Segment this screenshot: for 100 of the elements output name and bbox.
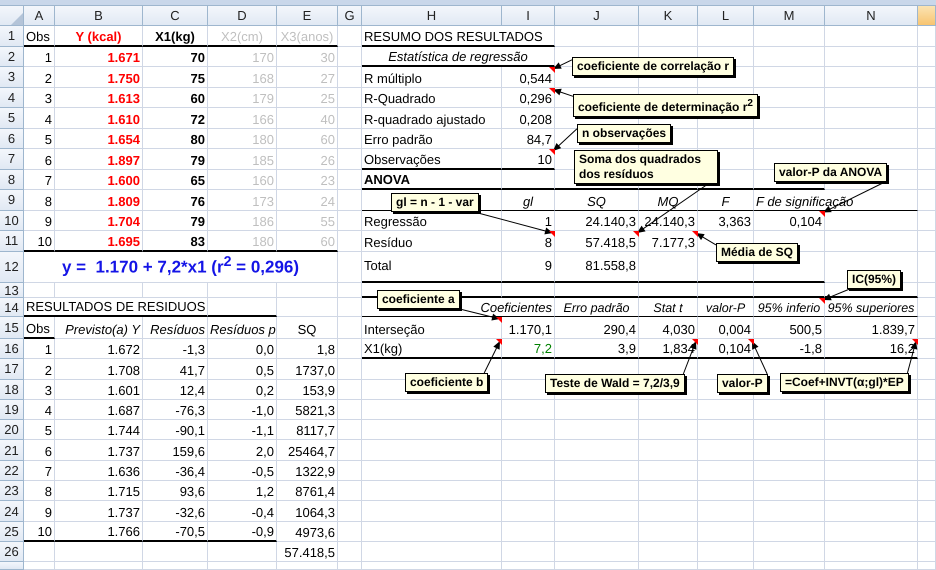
row-header[interactable]: 14: [0, 298, 24, 317]
table-cell: 1737,0: [277, 359, 338, 380]
empty-cell: [502, 522, 555, 542]
column-header[interactable]: D: [208, 6, 277, 26]
row-header[interactable]: 11: [0, 231, 24, 252]
column-header[interactable]: I: [502, 6, 555, 26]
empty-cell: [754, 400, 825, 420]
empty-cell: [338, 190, 362, 210]
row-header[interactable]: 12: [0, 252, 24, 283]
row-header[interactable]: 16: [0, 339, 24, 360]
table-cell: 57.418,5: [555, 231, 639, 252]
row-header[interactable]: 10: [0, 210, 24, 231]
table-cell: 3,9: [555, 339, 639, 360]
empty-cell: [502, 481, 555, 502]
row-header[interactable]: 7: [0, 149, 24, 170]
table-cell: 3: [24, 380, 55, 400]
empty-cell: [918, 298, 936, 317]
empty-cell: [918, 170, 936, 190]
empty-cell: [754, 67, 825, 88]
table-cell: 1,8: [277, 339, 338, 360]
empty-cell: [502, 440, 555, 461]
column-header[interactable]: C: [143, 6, 208, 26]
comment-marker-icon: [496, 339, 502, 345]
comment-marker-icon: [819, 210, 825, 216]
table-cell: 1: [24, 339, 55, 360]
header-cell: Obs: [24, 317, 55, 339]
row-header[interactable]: 18: [0, 380, 24, 400]
callout-note: coeficiente b: [405, 373, 488, 392]
empty-cell: [208, 542, 277, 562]
row-header[interactable]: 22: [0, 460, 24, 482]
table-cell: 70: [143, 46, 208, 67]
empty-cell: [639, 252, 698, 283]
table-cell: 500,5: [754, 317, 825, 339]
table-cell: -0,5: [208, 460, 277, 482]
row-label: Resíduo: [362, 231, 502, 252]
leader-arrow: [553, 88, 574, 97]
empty-cell: [698, 420, 754, 440]
empty-cell: [639, 420, 698, 440]
row-header[interactable]: 26: [0, 542, 24, 562]
column-header[interactable]: L: [698, 6, 754, 26]
empty-cell: [918, 190, 936, 210]
table-cell: 1.744: [55, 420, 143, 440]
table-cell: 1.715: [55, 481, 143, 502]
column-header[interactable]: G: [338, 6, 362, 26]
row-header[interactable]: 6: [0, 128, 24, 149]
row-header[interactable]: 21: [0, 440, 24, 461]
column-header[interactable]: J: [555, 6, 639, 26]
row-header[interactable]: 2: [0, 46, 24, 67]
table-cell: 27: [277, 67, 338, 88]
empty-cell: [639, 440, 698, 461]
comment-marker-icon: [912, 339, 918, 345]
row-header[interactable]: 3: [0, 67, 24, 88]
row-header[interactable]: 17: [0, 359, 24, 380]
column-header[interactable]: K: [639, 6, 698, 26]
empty-cell: [698, 440, 754, 461]
empty-cell: [208, 283, 277, 298]
table-cell: 10: [24, 231, 55, 252]
empty-cell: [918, 231, 936, 252]
row-header[interactable]: 23: [0, 481, 24, 502]
row-header[interactable]: 4: [0, 88, 24, 108]
row-header[interactable]: 9: [0, 190, 24, 210]
table-cell: -1,3: [143, 339, 208, 360]
row-header[interactable]: 15: [0, 317, 24, 339]
empty-cell: [918, 210, 936, 231]
row-header[interactable]: 5: [0, 108, 24, 128]
table-cell: 1.737: [55, 501, 143, 522]
empty-cell: [918, 252, 936, 283]
column-header[interactable]: H: [362, 6, 502, 26]
column-header[interactable]: M: [754, 6, 825, 26]
table-cell: 3: [24, 88, 55, 108]
row-label: R múltiplo: [362, 67, 502, 88]
empty-cell: [502, 460, 555, 482]
table-cell: 81.558,8: [555, 252, 639, 283]
comment-marker-icon: [692, 339, 698, 345]
empty-cell: [143, 542, 208, 562]
empty-cell: [918, 67, 936, 88]
row-header[interactable]: 1: [0, 26, 24, 46]
column-header[interactable]: [918, 6, 936, 26]
table-cell: 1.610: [55, 108, 143, 128]
column-header[interactable]: A: [24, 6, 55, 26]
table-cell: 173: [208, 190, 277, 210]
row-header[interactable]: 13: [0, 283, 24, 298]
header-cell: Resíduos: [143, 317, 208, 339]
empty-cell: [502, 400, 555, 420]
empty-cell: [502, 420, 555, 440]
table-cell: 1: [24, 46, 55, 67]
table-cell: 7: [24, 460, 55, 482]
column-header[interactable]: B: [55, 6, 143, 26]
row-label: R-Quadrado: [362, 88, 502, 108]
row-header[interactable]: 8: [0, 170, 24, 190]
row-header[interactable]: [0, 562, 24, 570]
row-header[interactable]: 19: [0, 400, 24, 420]
table-cell: 1.839,7: [825, 317, 918, 339]
row-header[interactable]: 25: [0, 522, 24, 542]
table-cell: 8: [24, 481, 55, 502]
row-header[interactable]: 20: [0, 420, 24, 440]
column-header[interactable]: E: [277, 6, 338, 26]
row-header[interactable]: 24: [0, 501, 24, 522]
column-header[interactable]: N: [825, 6, 918, 26]
table-cell: 185: [208, 149, 277, 170]
